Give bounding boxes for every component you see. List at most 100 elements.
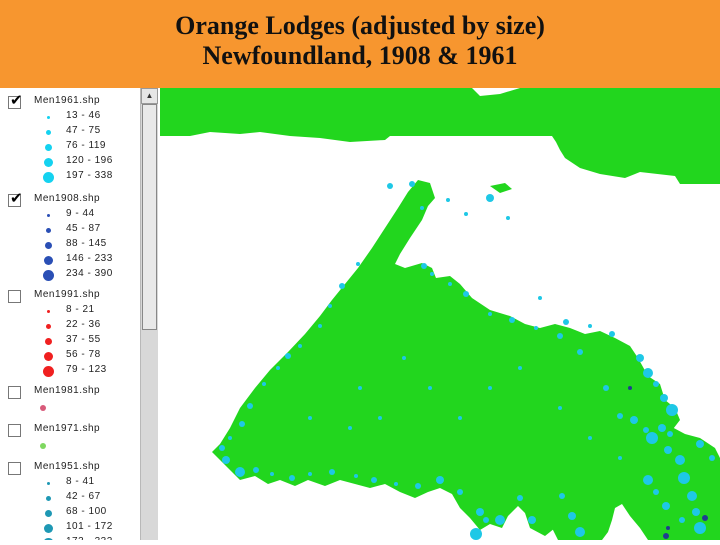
legend-class-label: 8 - 41 xyxy=(66,476,95,487)
legend-symbol-icon xyxy=(46,309,50,313)
lodge-symbol xyxy=(518,366,522,370)
legend-class-row: 8 - 41 xyxy=(34,476,144,491)
legend-class-label: 13 - 46 xyxy=(66,110,101,121)
lodge-symbol xyxy=(559,493,565,499)
lodge-symbol xyxy=(678,472,690,484)
legend-class-row xyxy=(34,440,144,455)
scroll-up-arrow-icon[interactable]: ▲ xyxy=(141,88,158,104)
legend-class-label: 79 - 123 xyxy=(66,364,107,375)
legend-symbol-icon xyxy=(45,227,51,233)
title-line-2: Newfoundland, 1908 & 1961 xyxy=(202,41,518,70)
legend-symbol-icon xyxy=(45,323,51,329)
lodge-symbol xyxy=(421,263,427,269)
lodge-symbol xyxy=(464,212,468,216)
legend-class-row: 79 - 123 xyxy=(34,364,144,379)
lodge-symbol xyxy=(354,474,358,478)
lodge-symbol xyxy=(653,489,659,495)
lodge-symbol xyxy=(696,440,704,448)
legend-panel: Men1961.shp 13 - 46 47 - 75 76 - 119 120 - 1… xyxy=(0,88,160,540)
lodge-symbol xyxy=(609,331,615,337)
lodge-symbol xyxy=(358,386,362,390)
legend-class-row: 197 - 338 xyxy=(34,170,144,185)
legend-class-row: 47 - 75 xyxy=(34,125,144,140)
lodge-symbol xyxy=(694,522,706,534)
legend-class-row: 37 - 55 xyxy=(34,334,144,349)
layer-visibility-checkbox[interactable] xyxy=(8,189,23,207)
legend-class-label: 47 - 75 xyxy=(66,125,101,136)
legend-symbol-icon xyxy=(45,129,51,135)
legend-class-row: 76 - 119 xyxy=(34,140,144,155)
legend-class-row: 22 - 36 xyxy=(34,319,144,334)
lodge-symbol xyxy=(448,282,452,286)
legend-symbol-icon xyxy=(46,481,50,485)
lodge-symbol xyxy=(643,427,649,433)
lodge-symbol xyxy=(558,406,562,410)
legend-symbol-icon xyxy=(40,443,46,449)
lodge-symbol xyxy=(270,472,274,476)
layer-visibility-checkbox[interactable] xyxy=(8,91,23,109)
lodge-symbol xyxy=(517,495,523,501)
legend-symbol-icon xyxy=(43,523,53,533)
legend-class-row: 8 - 21 xyxy=(34,304,144,319)
legend-class-row: 146 - 233 xyxy=(34,253,144,268)
legend-class-label: 234 - 390 xyxy=(66,268,113,279)
scroll-thumb[interactable] xyxy=(142,104,157,330)
lodge-symbol xyxy=(575,527,585,537)
lodge-symbol xyxy=(253,467,259,473)
lodge-symbol xyxy=(446,198,450,202)
lodge-symbol xyxy=(534,326,538,330)
lodge-symbol xyxy=(463,291,469,297)
legend-scrollbar[interactable]: ▲ xyxy=(140,88,158,540)
lodge-symbol xyxy=(476,508,484,516)
lodge-symbol xyxy=(328,304,332,308)
lodge-symbol xyxy=(628,386,632,390)
legend-class-label: 68 - 100 xyxy=(66,506,107,517)
lodge-symbol xyxy=(219,445,225,451)
lodge-symbol xyxy=(588,436,592,440)
layer-name: Men1961.shp xyxy=(34,95,101,106)
layer-visibility-checkbox[interactable] xyxy=(8,386,21,399)
map-view[interactable] xyxy=(160,88,720,540)
lodge-symbol xyxy=(222,456,230,464)
lodge-symbol xyxy=(228,436,232,440)
lodge-symbol xyxy=(666,404,678,416)
lodge-symbol xyxy=(495,515,505,525)
lodge-symbol xyxy=(557,333,563,339)
layer-visibility-checkbox[interactable] xyxy=(8,424,21,437)
lodge-symbol xyxy=(618,456,622,460)
legend-class-row: 56 - 78 xyxy=(34,349,144,364)
lodge-symbol xyxy=(692,508,700,516)
lodge-symbol xyxy=(486,194,494,202)
layer-visibility-checkbox[interactable] xyxy=(8,462,21,475)
legend-class-label: 101 - 172 xyxy=(66,521,113,532)
lodge-symbol xyxy=(709,455,715,461)
legend-class-row: 120 - 196 xyxy=(34,155,144,170)
lodge-symbol xyxy=(667,431,673,437)
lodge-symbol xyxy=(588,324,592,328)
layer-name: Men1981.shp xyxy=(34,385,101,396)
legend-class-row: 101 - 172 xyxy=(34,521,144,536)
lodge-symbol xyxy=(428,386,432,390)
layer-name: Men1951.shp xyxy=(34,461,101,472)
legend-class-row: 173 - 332 xyxy=(34,536,144,540)
legend-symbol-icon xyxy=(42,269,54,281)
legend-class-label: 146 - 233 xyxy=(66,253,113,264)
legend-class-label: 9 - 44 xyxy=(66,208,95,219)
layer-visibility-checkbox[interactable] xyxy=(8,290,21,303)
legend-class-row: 234 - 390 xyxy=(34,268,144,283)
map-canvas xyxy=(160,88,720,540)
legend-class-row: 88 - 145 xyxy=(34,238,144,253)
legend-class-row: 13 - 46 xyxy=(34,110,144,125)
legend-symbol-icon xyxy=(44,337,52,345)
lodge-symbol xyxy=(470,528,482,540)
title-line-1: Orange Lodges (adjusted by size) xyxy=(175,11,545,40)
layer-name: Men1971.shp xyxy=(34,423,101,434)
lodge-symbol xyxy=(675,455,685,465)
lodge-symbol xyxy=(538,296,542,300)
lodge-symbol xyxy=(378,416,382,420)
lodge-symbol xyxy=(488,386,492,390)
legend-class-label: 42 - 67 xyxy=(66,491,101,502)
legend-class-label: 56 - 78 xyxy=(66,349,101,360)
lodge-symbol xyxy=(630,416,638,424)
lodge-symbol xyxy=(262,382,266,386)
